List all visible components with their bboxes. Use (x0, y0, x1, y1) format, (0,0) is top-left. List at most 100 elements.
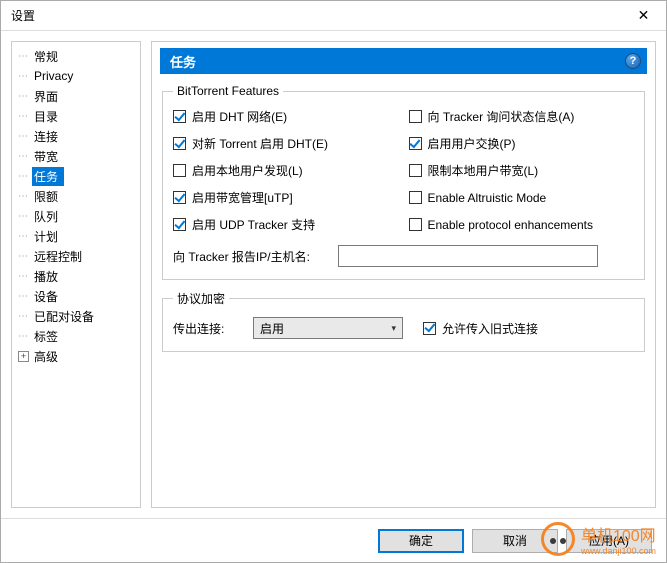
report-ip-label: 向 Tracker 报告IP/主机名: (173, 248, 328, 265)
sidebar-item-5[interactable]: ⋯带宽 (12, 146, 140, 166)
checkbox[interactable] (173, 164, 186, 177)
sidebar-item-8[interactable]: ⋯队列 (12, 206, 140, 226)
sidebar-item-label: 常规 (32, 47, 64, 66)
checkbox-label: Enable protocol enhancements (428, 218, 593, 232)
bt-check-7[interactable]: Enable Altruistic Mode (409, 189, 635, 206)
encryption-row: 传出连接: 启用 ▾ 允许传入旧式连接 (173, 317, 634, 339)
chevron-down-icon: ▾ (391, 323, 396, 334)
sidebar-item-label: 远程控制 (32, 247, 88, 266)
bt-check-4[interactable]: 启用本地用户发现(L) (173, 162, 399, 179)
checkbox[interactable] (173, 137, 186, 150)
tree-branch-icon: ⋯ (18, 171, 32, 182)
checkbox[interactable] (409, 191, 422, 204)
sidebar-item-12[interactable]: ⋯设备 (12, 286, 140, 306)
sidebar-item-label: 限额 (32, 187, 64, 206)
checkbox[interactable] (409, 218, 422, 231)
close-icon: ✕ (638, 7, 650, 24)
checkbox[interactable] (409, 110, 422, 123)
sidebar-item-label: 界面 (32, 87, 64, 106)
allow-legacy-label: 允许传入旧式连接 (442, 320, 538, 337)
checkbox[interactable] (409, 164, 422, 177)
ok-button[interactable]: 确定 (378, 529, 464, 553)
tree-branch-icon: ⋯ (18, 131, 32, 142)
settings-window: 设置 ✕ ⋯常规⋯Privacy⋯界面⋯目录⋯连接⋯带宽⋯任务⋯限额⋯队列⋯计划… (0, 0, 667, 563)
sidebar-item-label: 目录 (32, 107, 64, 126)
sidebar-item-9[interactable]: ⋯计划 (12, 226, 140, 246)
protocol-encryption-group: 协议加密 传出连接: 启用 ▾ 允许传入旧式连接 (162, 290, 645, 352)
tree-branch-icon: ⋯ (18, 51, 32, 62)
dialog-body: ⋯常规⋯Privacy⋯界面⋯目录⋯连接⋯带宽⋯任务⋯限额⋯队列⋯计划⋯远程控制… (1, 31, 666, 518)
allow-legacy-checkbox-row[interactable]: 允许传入旧式连接 (423, 320, 538, 337)
sidebar-item-label: 计划 (32, 227, 64, 246)
sidebar-item-0[interactable]: ⋯常规 (12, 46, 140, 66)
sidebar-item-13[interactable]: ⋯已配对设备 (12, 306, 140, 326)
sidebar-item-6[interactable]: ⋯任务 (12, 166, 140, 186)
bt-check-8[interactable]: 启用 UDP Tracker 支持 (173, 216, 399, 233)
sidebar-item-15[interactable]: +高级 (12, 346, 140, 366)
cancel-button[interactable]: 取消 (472, 529, 558, 553)
bt-check-1[interactable]: 向 Tracker 询问状态信息(A) (409, 108, 635, 125)
bt-check-2[interactable]: 对新 Torrent 启用 DHT(E) (173, 135, 399, 152)
checkbox-label: 启用 UDP Tracker 支持 (192, 216, 315, 233)
checkbox[interactable] (409, 137, 422, 150)
sidebar-item-7[interactable]: ⋯限额 (12, 186, 140, 206)
panel-header: 任务 ? (160, 48, 647, 74)
sidebar-item-11[interactable]: ⋯播放 (12, 266, 140, 286)
sidebar-item-label: 高级 (32, 347, 64, 366)
tree-branch-icon: ⋯ (18, 231, 32, 242)
sidebar-item-3[interactable]: ⋯目录 (12, 106, 140, 126)
checkbox-label: 启用本地用户发现(L) (192, 162, 303, 179)
sidebar-item-10[interactable]: ⋯远程控制 (12, 246, 140, 266)
bt-check-5[interactable]: 限制本地用户带宽(L) (409, 162, 635, 179)
panel-title: 任务 (170, 52, 196, 71)
apply-button[interactable]: 应用(A) (566, 529, 652, 553)
checkbox-label: 启用 DHT 网络(E) (192, 108, 287, 125)
outgoing-select[interactable]: 启用 ▾ (253, 317, 403, 339)
sidebar-item-label: 队列 (32, 207, 64, 226)
sidebar-item-2[interactable]: ⋯界面 (12, 86, 140, 106)
sidebar-item-14[interactable]: ⋯标签 (12, 326, 140, 346)
checkbox-label: Enable Altruistic Mode (428, 191, 547, 205)
allow-legacy-checkbox[interactable] (423, 322, 436, 335)
sidebar-item-1[interactable]: ⋯Privacy (12, 66, 140, 86)
close-button[interactable]: ✕ (621, 1, 666, 31)
bittorrent-features-group: BitTorrent Features 启用 DHT 网络(E)向 Tracke… (162, 84, 645, 280)
sidebar-item-label: 设备 (32, 287, 64, 306)
sidebar-item-label: 带宽 (32, 147, 64, 166)
outgoing-select-value: 启用 (260, 320, 284, 337)
tree-branch-icon: ⋯ (18, 91, 32, 102)
sidebar-item-4[interactable]: ⋯连接 (12, 126, 140, 146)
report-ip-row: 向 Tracker 报告IP/主机名: (173, 245, 634, 267)
tree-expand-icon[interactable]: + (18, 351, 29, 362)
checkbox-label: 限制本地用户带宽(L) (428, 162, 539, 179)
tree-branch-icon: ⋯ (18, 291, 32, 302)
checkbox-label: 向 Tracker 询问状态信息(A) (428, 108, 575, 125)
help-icon[interactable]: ? (625, 53, 641, 69)
content-panel: 任务 ? BitTorrent Features 启用 DHT 网络(E)向 T… (151, 41, 656, 508)
tree-branch-icon: ⋯ (18, 191, 32, 202)
bt-check-3[interactable]: 启用用户交换(P) (409, 135, 635, 152)
sidebar-item-label: 任务 (32, 167, 64, 186)
checkbox-label: 对新 Torrent 启用 DHT(E) (192, 135, 328, 152)
tree-branch-icon: ⋯ (18, 71, 32, 82)
bt-check-9[interactable]: Enable protocol enhancements (409, 216, 635, 233)
sidebar-item-label: Privacy (32, 68, 79, 84)
sidebar-item-label: 连接 (32, 127, 64, 146)
sidebar-item-label: 已配对设备 (32, 307, 100, 326)
tree-branch-icon: ⋯ (18, 211, 32, 222)
tree-branch-icon: ⋯ (18, 311, 32, 322)
dialog-footer: 确定 取消 应用(A) (1, 518, 666, 562)
sidebar-item-label: 标签 (32, 327, 64, 346)
tree-branch-icon: ⋯ (18, 331, 32, 342)
bittorrent-checks-grid: 启用 DHT 网络(E) 向 Tracker 询问状态信息(A) 对新 Torren… (173, 108, 634, 233)
checkbox[interactable] (173, 191, 186, 204)
checkbox[interactable] (173, 218, 186, 231)
checkbox-label: 启用带宽管理[uTP] (192, 189, 293, 206)
sidebar-item-label: 播放 (32, 267, 64, 286)
tree-branch-icon: ⋯ (18, 151, 32, 162)
bt-check-6[interactable]: 启用带宽管理[uTP] (173, 189, 399, 206)
bt-check-0[interactable]: 启用 DHT 网络(E) (173, 108, 399, 125)
checkbox[interactable] (173, 110, 186, 123)
tree-branch-icon: ⋯ (18, 271, 32, 282)
report-ip-input[interactable] (338, 245, 598, 267)
